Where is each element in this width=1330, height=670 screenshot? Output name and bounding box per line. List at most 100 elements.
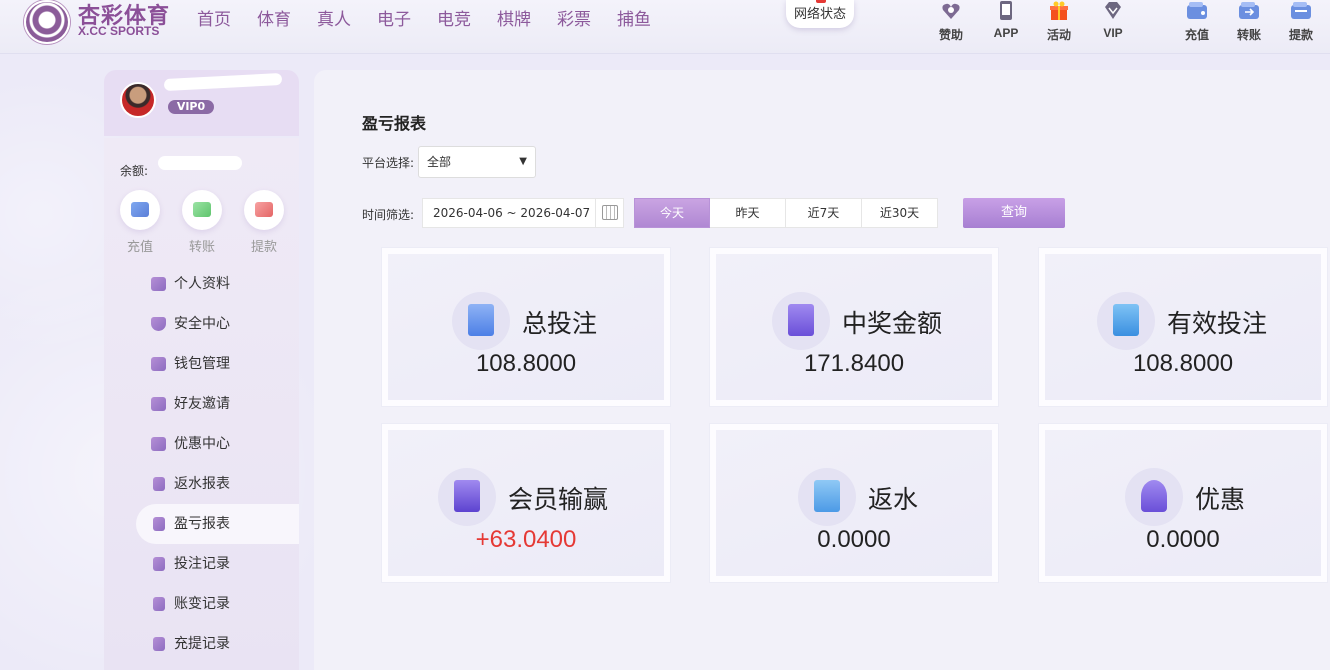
- promo-link[interactable]: 活动: [1031, 0, 1087, 50]
- menu-label: 账变记录: [174, 596, 230, 612]
- network-status-label: 网络状态: [793, 7, 846, 22]
- menu-label: 钱包管理: [174, 356, 230, 372]
- nav-sports[interactable]: 体育: [244, 0, 304, 40]
- logo-subtext: X.CC SPORTS: [78, 24, 160, 38]
- sponsor-icon: [942, 3, 960, 19]
- deposit-label: 充值: [126, 240, 153, 255]
- deposit-button[interactable]: 充值: [120, 190, 160, 255]
- trophy-receipt-icon: [772, 292, 830, 350]
- transfer-button[interactable]: 转账: [182, 190, 222, 255]
- menu-deposit-withdraw-history[interactable]: 充提记录: [136, 624, 299, 664]
- transfer-label: 转账: [188, 240, 215, 255]
- receipt-icon: [1097, 292, 1155, 350]
- date-range-picker[interactable]: 2026-04-06 ~ 2026-04-07: [422, 198, 624, 228]
- stat-value: 0.0000: [1146, 526, 1220, 553]
- deposit-icon: [120, 190, 160, 230]
- stat-label: 优惠: [1195, 485, 1246, 514]
- withdraw-button[interactable]: 提款: [244, 190, 284, 255]
- site-logo[interactable]: 杏彩体育 X.CC SPORTS: [24, 0, 174, 46]
- coupon-icon: [151, 437, 166, 451]
- app-link[interactable]: APP: [978, 0, 1034, 50]
- nav-cards[interactable]: 棋牌: [484, 0, 544, 40]
- menu-label: 好友邀请: [174, 396, 230, 412]
- tab-today[interactable]: 今天: [634, 198, 710, 228]
- stat-value: 171.8400: [803, 350, 905, 377]
- header-transfer-link[interactable]: 转账: [1221, 0, 1277, 50]
- nav-home[interactable]: 首页: [184, 0, 244, 40]
- username-redacted: [163, 72, 283, 92]
- sponsor-link[interactable]: 赞助: [923, 0, 979, 50]
- query-button[interactable]: 查询: [963, 198, 1065, 228]
- logo-emblem-icon: [24, 0, 70, 44]
- menu-security[interactable]: 安全中心: [136, 304, 299, 344]
- menu-label: 返水报表: [174, 476, 230, 492]
- document-icon: [153, 557, 165, 571]
- profile-card: VIP0: [104, 70, 299, 136]
- gift-icon: [1050, 1, 1068, 20]
- withdraw-icon: [244, 190, 284, 230]
- stat-label: 总投注: [522, 309, 598, 338]
- nav-fishing[interactable]: 捕鱼: [604, 0, 664, 40]
- menu-bet-history[interactable]: 投注记录: [136, 544, 299, 584]
- deposit-wallet-icon: [1187, 2, 1207, 19]
- main-nav: 首页 体育 真人 电子 电竞 棋牌 彩票 捕鱼: [184, 0, 664, 40]
- header-deposit-label: 充值: [1184, 28, 1209, 42]
- menu-label: 个人资料: [174, 276, 230, 292]
- stat-card-rebate: 返水 0.0000: [710, 424, 998, 582]
- hand-coin-icon: [1125, 468, 1183, 526]
- stat-card-winnings: 中奖金额 171.8400: [710, 248, 998, 406]
- document-icon: [153, 637, 165, 651]
- report-panel: 盈亏报表 平台选择: 全部 ▼ 时间筛选: 2026-04-06 ~ 2026-…: [314, 70, 1330, 670]
- stat-value: 108.8000: [1132, 350, 1234, 377]
- tab-yesterday[interactable]: 昨天: [710, 198, 786, 228]
- folder-icon: [151, 277, 166, 291]
- member-chart-icon: [438, 468, 496, 526]
- menu-label: 投注记录: [174, 556, 230, 572]
- stat-label: 中奖金额: [842, 309, 943, 338]
- caret-down-icon: ▼: [519, 156, 527, 167]
- promo-label: 活动: [1046, 28, 1071, 42]
- nav-esports[interactable]: 电竞: [424, 0, 484, 40]
- nav-live-casino[interactable]: 真人: [304, 0, 364, 40]
- top-header: 杏彩体育 X.CC SPORTS 首页 体育 真人 电子 电竞 棋牌 彩票 捕鱼…: [0, 0, 1330, 54]
- calendar-icon[interactable]: [595, 199, 623, 227]
- menu-label: 安全中心: [174, 316, 230, 332]
- nav-lottery[interactable]: 彩票: [544, 0, 604, 40]
- menu-promotions[interactable]: 优惠中心: [136, 424, 299, 464]
- menu-transaction-history[interactable]: 账变记录: [136, 584, 299, 624]
- signal-icon: [816, 0, 826, 3]
- stat-value: 0.0000: [817, 526, 891, 553]
- phone-icon: [1000, 1, 1012, 20]
- cup-icon: [153, 477, 165, 491]
- stat-card-member-win-loss: 会员输赢 +63.0400: [382, 424, 670, 582]
- menu-profile[interactable]: 个人资料: [136, 264, 299, 304]
- menu-rebate-report[interactable]: 返水报表: [136, 464, 299, 504]
- avatar[interactable]: [120, 82, 156, 118]
- header-transfer-label: 转账: [1236, 28, 1261, 42]
- app-label: APP: [993, 26, 1019, 40]
- nav-slots[interactable]: 电子: [364, 0, 424, 40]
- vip-badge: VIP0: [168, 100, 214, 114]
- sponsor-label: 赞助: [938, 28, 963, 42]
- menu-profit-loss-report[interactable]: 盈亏报表: [136, 504, 299, 544]
- platform-select[interactable]: 全部 ▼: [418, 146, 536, 178]
- tab-last-30-days[interactable]: 近30天: [862, 198, 938, 228]
- page-title: 盈亏报表: [362, 114, 427, 133]
- tab-last-7-days[interactable]: 近7天: [786, 198, 862, 228]
- range-tabs: 今天 昨天 近7天 近30天: [634, 198, 938, 228]
- platform-filter-label: 平台选择:: [362, 156, 415, 170]
- transfer-icon: [182, 190, 222, 230]
- stat-label: 会员输赢: [508, 485, 609, 514]
- vip-link[interactable]: VIP: [1085, 0, 1141, 50]
- stat-value: 108.8000: [475, 350, 577, 377]
- menu-invite[interactable]: 好友邀请: [136, 384, 299, 424]
- header-withdraw-link[interactable]: 提款: [1273, 0, 1329, 50]
- bet-slip-icon: [452, 292, 510, 350]
- stat-value: +63.0400: [475, 526, 577, 553]
- date-range-value: 2026-04-06 ~ 2026-04-07: [433, 206, 591, 220]
- menu-wallet[interactable]: 钱包管理: [136, 344, 299, 384]
- vip-label: VIP: [1103, 26, 1123, 40]
- header-deposit-link[interactable]: 充值: [1169, 0, 1225, 50]
- network-status-button[interactable]: 网络状态: [786, 0, 854, 28]
- stat-label: 有效投注: [1167, 309, 1268, 338]
